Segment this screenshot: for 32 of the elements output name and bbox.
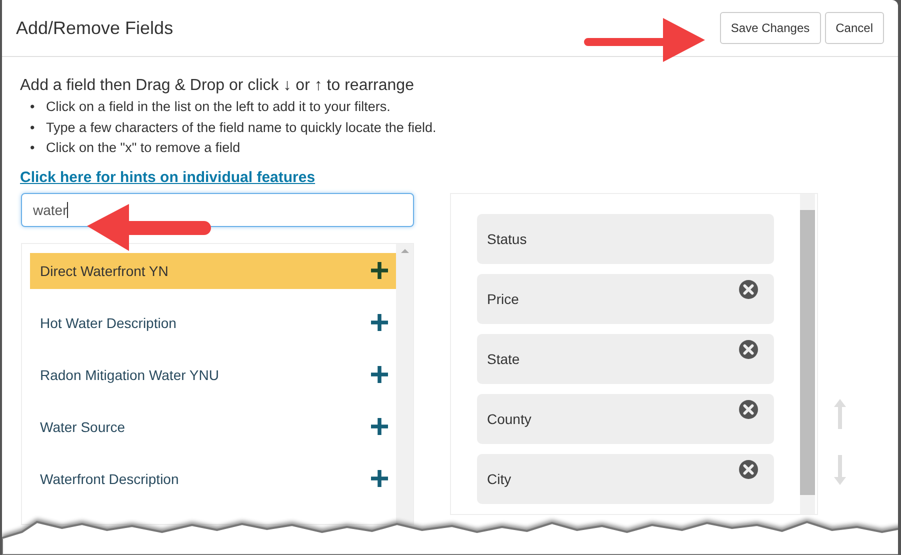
dialog-button[interactable]: Save Changes: [720, 12, 821, 44]
hints-link[interactable]: Click here for hints on individual features: [20, 168, 316, 186]
bullet-marker: •: [30, 139, 36, 157]
plus-icon[interactable]: [371, 470, 388, 487]
remove-icon[interactable]: [739, 400, 758, 418]
instructions-heading: Add a field then Drag & Drop or click ↓ or ↑ to rearrange: [20, 77, 415, 95]
plus-icon[interactable]: [371, 314, 388, 331]
instruction-item: Click on the "x" to remove a field: [46, 140, 240, 155]
dialog-title: Add/Remove Fields: [16, 18, 174, 38]
scrollbar[interactable]: [396, 244, 413, 524]
remove-icon[interactable]: [739, 460, 758, 478]
remove-icon[interactable]: [739, 340, 758, 358]
selected-field[interactable]: County: [477, 394, 774, 444]
bullet-marker: •: [30, 118, 36, 136]
selected-field[interactable]: City: [477, 454, 774, 504]
field-option[interactable]: Direct Waterfront YN: [30, 252, 396, 288]
instruction-item: Click on a field in the list on the left to add it to your filters.: [46, 99, 390, 114]
field-option[interactable]: Water Source: [30, 408, 396, 444]
remove-icon[interactable]: [739, 280, 758, 298]
selected-field[interactable]: State: [477, 334, 774, 384]
selected-field[interactable]: Status: [477, 214, 774, 264]
field-option[interactable]: Radon Mitigation Water YNU: [30, 356, 396, 392]
plus-icon[interactable]: [371, 418, 388, 435]
selected-field[interactable]: Price: [477, 274, 774, 324]
plus-icon[interactable]: [371, 366, 388, 383]
scrollbar[interactable]: [800, 194, 815, 514]
field-option[interactable]: Waterfront Description: [30, 460, 396, 496]
bullet-marker: •: [30, 98, 36, 116]
instruction-item: Type a few characters of the field name to quickly locate the field.: [46, 120, 436, 134]
field-option[interactable]: Hot Water Description: [30, 304, 396, 340]
dialog-button[interactable]: Cancel: [824, 12, 884, 44]
plus-icon[interactable]: [371, 262, 388, 279]
